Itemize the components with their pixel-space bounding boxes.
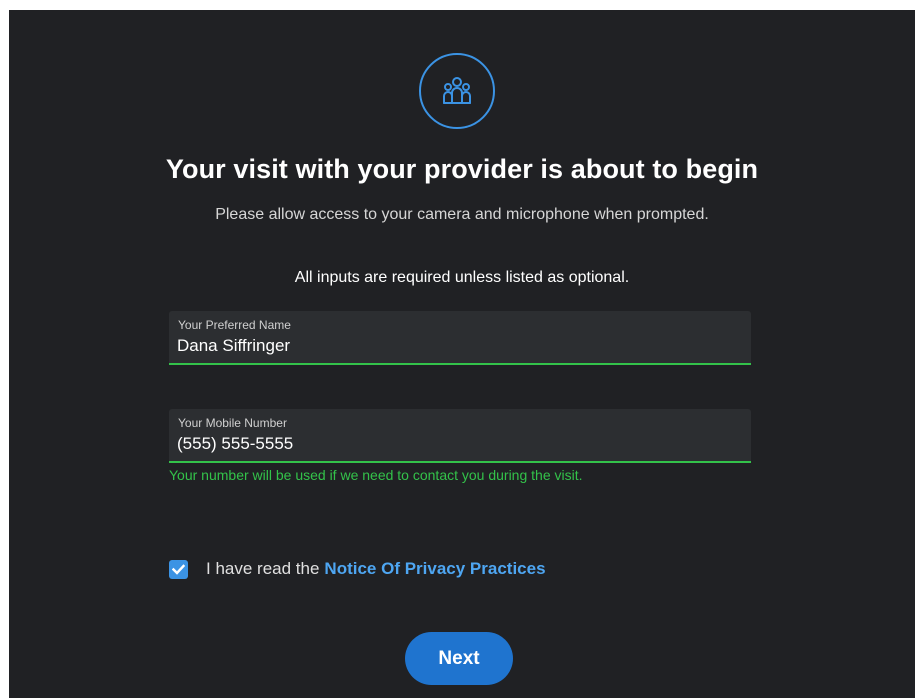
page-title: Your visit with your provider is about t…	[165, 154, 759, 184]
preferred-name-field[interactable]: Your Preferred Name	[169, 311, 751, 365]
privacy-consent-row: I have read the Notice Of Privacy Practi…	[169, 559, 546, 579]
people-group-icon	[443, 77, 471, 104]
privacy-notice-link[interactable]: Notice Of Privacy Practices	[324, 559, 545, 579]
privacy-consent-text: I have read the	[206, 559, 320, 578]
privacy-consent-checkbox[interactable]	[169, 559, 188, 579]
required-inputs-note: All inputs are required unless listed as…	[294, 269, 630, 286]
mobile-number-input[interactable]	[177, 434, 737, 454]
checkmark-icon	[172, 563, 185, 575]
page-subtitle: Please allow access to your camera and m…	[215, 206, 709, 223]
preferred-name-label: Your Preferred Name	[178, 318, 291, 332]
logo-badge	[419, 53, 495, 129]
visit-intake-panel: Your visit with your provider is about t…	[9, 10, 915, 698]
preferred-name-input[interactable]	[177, 336, 737, 356]
next-button[interactable]: Next	[405, 632, 513, 685]
mobile-number-field[interactable]: Your Mobile Number	[169, 409, 751, 463]
mobile-number-helper-text: Your number will be used if we need to c…	[169, 467, 583, 483]
mobile-number-label: Your Mobile Number	[178, 416, 287, 430]
